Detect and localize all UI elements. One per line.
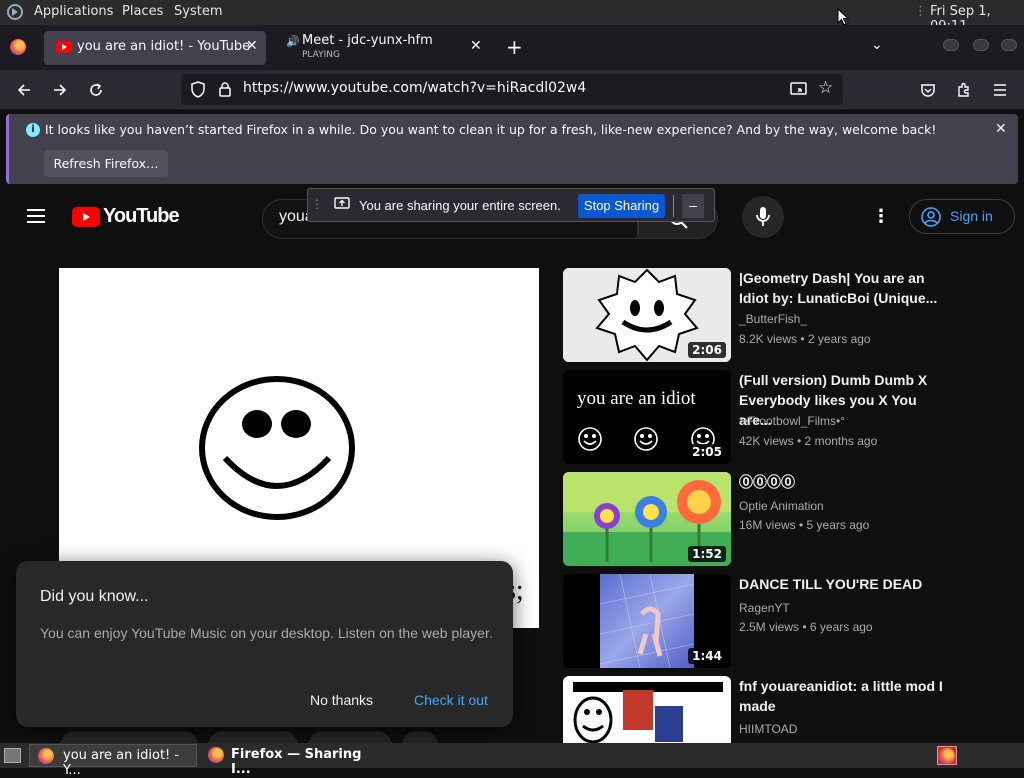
youtube-play-logo-icon	[72, 207, 100, 227]
rec-channel-2[interactable]: °•Frootbowl_Films•°	[739, 414, 845, 428]
menu-system[interactable]: System	[174, 4, 222, 19]
rec-meta-1: 8.2K views • 2 years ago	[739, 332, 871, 346]
thumbnail-flowers[interactable]: 1:52	[563, 472, 731, 566]
firefox-icon	[38, 748, 54, 768]
fnf-thumbnail-icon	[573, 682, 723, 743]
popup-body: You can enjoy YouTube Music on your desk…	[40, 625, 493, 641]
show-desktop-icon[interactable]	[4, 748, 21, 763]
more-options-icon[interactable]: ⋮	[872, 206, 890, 227]
bookmark-star-icon[interactable]: ☆	[818, 78, 833, 98]
thumbnail-dumb-dumb[interactable]: you are an idiot 2:05	[563, 370, 731, 464]
rec-channel-5[interactable]: HIIMTOAD	[739, 722, 797, 736]
tab-title: Meet - jdc-yunx-hfm	[302, 33, 433, 48]
action-chip[interactable]	[402, 731, 438, 743]
new-tab-icon[interactable]: +	[506, 35, 523, 59]
rec-channel-3[interactable]: Optie Animation	[739, 499, 824, 513]
tab-title: you are an idiot! - YouTube	[77, 39, 251, 54]
tracking-protection-shield-icon[interactable]	[190, 81, 206, 102]
voice-search-button[interactable]	[742, 196, 784, 238]
nav-bar: https://www.youtube.com/watch?v=hiRacdl0…	[0, 70, 1024, 110]
action-chip[interactable]	[208, 731, 298, 743]
dance-thumbnail-icon	[599, 574, 695, 668]
tray-firefox-icon[interactable]	[937, 746, 957, 765]
drag-handle-icon[interactable]: ⋮	[311, 197, 323, 211]
taskbar: you are an idiot! - Y... Firefox — Shari…	[0, 743, 1024, 778]
ytmusic-promo-popup: Did you know... You can enjoy YouTube Mu…	[16, 561, 513, 727]
url-bar[interactable]: https://www.youtube.com/watch?v=hiRacdl0…	[181, 74, 843, 105]
close-window-icon[interactable]	[1001, 39, 1017, 51]
youtube-logo-text: YouTube	[103, 205, 180, 227]
panel-separator: ⋮	[914, 4, 927, 19]
tab-close-icon[interactable]: ✕	[470, 38, 482, 54]
duration-badge: 1:44	[688, 648, 726, 664]
rec-title-3[interactable]: ⓪⓪⓪⓪	[739, 472, 949, 492]
thumbnail-geometry-dash[interactable]: 2:06	[563, 268, 731, 362]
duration-badge: 1:52	[688, 546, 726, 562]
notification-message: It looks like you haven’t started Firefo…	[45, 122, 937, 137]
popup-title: Did you know...	[40, 588, 149, 605]
screen-sharing-indicator-icon[interactable]	[790, 81, 807, 101]
tab-playing-label: PLAYING	[302, 50, 340, 60]
rec-meta-4: 2.5M views • 6 years ago	[739, 620, 873, 634]
info-icon: i	[26, 123, 40, 137]
screen-sharing-bar: ⋮ You are sharing your entire screen. St…	[307, 188, 715, 222]
pocket-icon[interactable]	[914, 76, 942, 104]
menu-applications[interactable]: Applications	[34, 4, 113, 19]
duration-badge: 2:05	[688, 444, 726, 460]
firefox-view-icon[interactable]	[10, 39, 26, 59]
screen-share-icon	[334, 197, 350, 216]
rec-title-4[interactable]: DANCE TILL YOU'RE DEAD	[739, 574, 949, 594]
rec-title-5[interactable]: fnf youareanidiot: a little mod I made	[739, 676, 949, 716]
action-chip[interactable]	[308, 731, 392, 743]
youtube-page: YouTube youareanidiot meme ⋮ Sign in s; …	[0, 187, 1024, 743]
menu-places[interactable]: Places	[122, 4, 163, 19]
notification-close-icon[interactable]: ✕	[995, 121, 1007, 137]
thumbnail-text: you are an idiot	[577, 388, 696, 409]
youtube-favicon-icon	[56, 41, 72, 53]
forward-button[interactable]	[46, 76, 74, 104]
list-all-tabs-icon[interactable]: ⌄	[871, 37, 883, 53]
refresh-firefox-notification: i It looks like you haven’t started Fire…	[6, 114, 1018, 184]
gnome-foot-icon[interactable]	[6, 3, 24, 25]
sharing-message: You are sharing your entire screen.	[359, 198, 561, 213]
refresh-firefox-button[interactable]: Refresh Firefox…	[44, 150, 168, 177]
minimize-window-icon[interactable]	[943, 39, 959, 51]
taskbar-item-label: you are an idiot! - Y...	[63, 748, 180, 778]
rec-meta-2: 42K views • 2 months ago	[739, 434, 878, 448]
extensions-puzzle-icon[interactable]	[950, 76, 978, 104]
tab-youtube[interactable]: you are an idiot! - YouTube ✕	[44, 31, 266, 65]
hamburger-menu-icon[interactable]	[986, 76, 1014, 104]
smiley-face-icon	[199, 376, 355, 520]
maximize-window-icon[interactable]	[973, 39, 989, 51]
check-it-out-button[interactable]: Check it out	[414, 692, 488, 708]
sign-in-button[interactable]: Sign in	[909, 199, 1015, 234]
top-panel: Applications Places System ⋮ Fri Sep 1, …	[0, 0, 1024, 34]
taskbar-item-label: Firefox — Sharing I...	[231, 747, 362, 777]
reload-button[interactable]	[82, 76, 110, 104]
tab-close-icon[interactable]: ✕	[246, 38, 258, 54]
duration-badge: 2:06	[688, 342, 726, 358]
action-chip[interactable]	[60, 731, 198, 743]
url-text[interactable]: https://www.youtube.com/watch?v=hiRacdl0…	[243, 80, 586, 96]
minimize-sharing-bar-button[interactable]: –	[682, 194, 704, 218]
taskbar-item-youtube[interactable]: you are an idiot! - Y...	[29, 744, 197, 778]
tab-meet[interactable]: 🔊 Meet - jdc-yunx-hfm PLAYING ✕	[276, 31, 494, 65]
lock-icon[interactable]	[218, 81, 232, 101]
stop-sharing-button[interactable]: Stop Sharing	[578, 194, 665, 218]
thumbnail-dance[interactable]: 1:44	[563, 574, 731, 668]
thumbnail-fnf[interactable]	[563, 676, 731, 743]
rec-channel-4[interactable]: RagenYT	[739, 601, 790, 615]
back-button[interactable]	[10, 76, 38, 104]
sign-in-label: Sign in	[950, 208, 993, 224]
speaker-icon[interactable]: 🔊	[286, 35, 300, 48]
rec-meta-3: 16M views • 5 years ago	[739, 518, 870, 532]
tab-strip: you are an idiot! - YouTube ✕ 🔊 Meet - j…	[0, 25, 1024, 70]
no-thanks-button[interactable]: No thanks	[310, 692, 373, 708]
rec-channel-1[interactable]: _ButterFish_	[739, 312, 807, 326]
taskbar-item-firefox-sharing[interactable]: Firefox — Sharing I...	[200, 744, 370, 777]
firefox-icon	[208, 747, 224, 767]
guide-menu-icon[interactable]	[26, 208, 46, 228]
sharing-bar-divider	[673, 195, 674, 217]
rec-title-1[interactable]: |Geometry Dash| You are an Idiot by: Lun…	[739, 268, 949, 308]
